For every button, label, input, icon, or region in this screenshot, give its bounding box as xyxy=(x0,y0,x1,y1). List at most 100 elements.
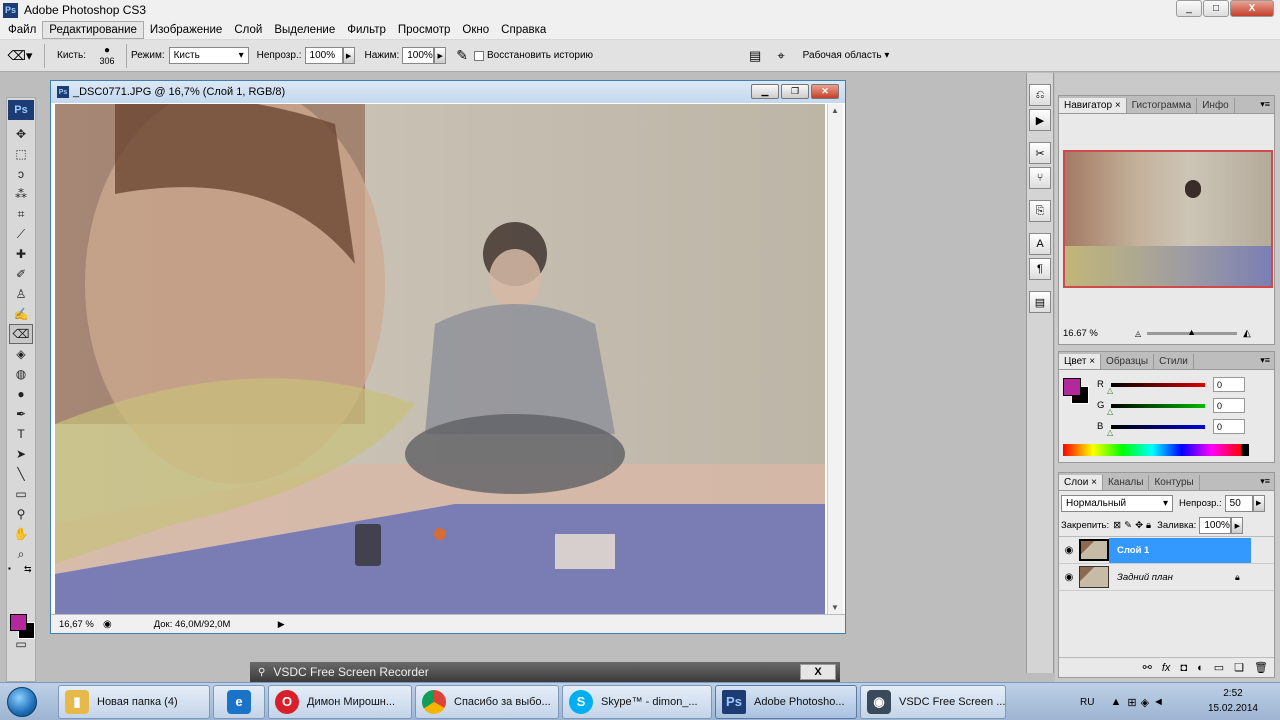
history-brush-tool-icon[interactable]: ✍ xyxy=(9,304,33,324)
brushes-panel-icon[interactable]: ⑂ xyxy=(1029,167,1051,189)
actions-panel-icon[interactable]: ▶ xyxy=(1029,109,1051,131)
scroll-down-icon[interactable]: ▼ xyxy=(831,603,839,612)
start-button[interactable] xyxy=(0,684,44,720)
navigator-zoom-value[interactable]: 16.67 % xyxy=(1063,328,1135,339)
history-panel-icon[interactable]: ⎌ xyxy=(1029,84,1051,106)
menu-layer[interactable]: Слой xyxy=(228,22,268,38)
photoshop-logo[interactable]: Ps xyxy=(8,100,34,120)
adjustment-layer-icon[interactable]: ◐ xyxy=(1197,662,1204,674)
document-restore-button[interactable]: ❐ xyxy=(781,84,809,99)
volume-icon[interactable]: ◄ xyxy=(1153,696,1164,708)
lock-image-icon[interactable]: ✎ xyxy=(1124,520,1132,531)
swap-colors-icon[interactable]: ⇆ xyxy=(24,564,32,575)
taskbar-item-ie[interactable]: e xyxy=(213,684,265,719)
mode-select[interactable]: Кисть ▾ xyxy=(168,47,249,64)
tray-arrow-icon[interactable]: ▲ xyxy=(1110,696,1121,708)
taskbar-item-photoshop[interactable]: Ps Adobe Photosho... xyxy=(715,684,857,719)
taskbar-item-folder[interactable]: ▮ Новая папка (4) xyxy=(58,684,210,719)
restore-history-checkbox[interactable] xyxy=(473,50,484,61)
tab-paths[interactable]: Контуры xyxy=(1149,475,1200,490)
close-button[interactable]: X xyxy=(1230,0,1274,17)
new-group-icon[interactable]: ▭ xyxy=(1214,661,1224,674)
slider-handle[interactable]: △ xyxy=(1107,386,1113,395)
menu-help[interactable]: Справка xyxy=(495,22,552,38)
layer-name[interactable]: Слой 1 xyxy=(1109,537,1251,563)
workspace-menu[interactable]: Рабочая область ▾ xyxy=(803,50,890,61)
navigator-zoom-slider[interactable]: ▲ xyxy=(1147,327,1238,337)
fill-input[interactable]: 100% xyxy=(1199,517,1232,534)
layer-row[interactable]: ◉ Задний план 🔒︎ xyxy=(1059,564,1274,591)
tab-navigator[interactable]: Навигатор × xyxy=(1059,98,1127,113)
document-minimize-button[interactable]: ▁ xyxy=(751,84,779,99)
character-panel-icon[interactable]: A xyxy=(1029,233,1051,255)
brush-picker[interactable]: ● 306 xyxy=(92,45,122,66)
layer-style-icon[interactable]: fx xyxy=(1162,662,1171,674)
slice-tool-icon[interactable]: ⟋ xyxy=(9,224,33,244)
crop-tool-icon[interactable]: ⌗ xyxy=(9,204,33,224)
navigator-thumbnail[interactable] xyxy=(1063,150,1273,288)
layer-row[interactable]: ◉ Слой 1 xyxy=(1059,537,1274,564)
eye-icon[interactable]: ◉ xyxy=(1059,572,1079,583)
tab-color[interactable]: Цвет × xyxy=(1059,354,1102,369)
status-menu-arrow-icon[interactable]: ▶ xyxy=(278,619,285,630)
lasso-tool-icon[interactable]: ↄ xyxy=(9,164,33,184)
zoom-out-icon[interactable]: ◬ xyxy=(1135,329,1141,338)
tab-histogram[interactable]: Гистограмма xyxy=(1127,98,1198,113)
layer-name[interactable]: Задний план xyxy=(1117,572,1235,583)
pen-tool-icon[interactable]: ✒ xyxy=(9,404,33,424)
move-tool-icon[interactable]: ✥ xyxy=(9,124,33,144)
maximize-button[interactable]: □ xyxy=(1203,0,1229,17)
brush-tool-icon[interactable]: ✐ xyxy=(9,264,33,284)
layer-mask-icon[interactable]: ◘ xyxy=(1180,662,1187,674)
zoom-in-icon[interactable]: ◭ xyxy=(1243,328,1251,339)
document-zoom[interactable]: 16,67 % xyxy=(59,619,103,630)
taskbar-item-skype[interactable]: S Skype™ - dimon_... xyxy=(562,684,712,719)
palette-well-icon[interactable]: ▤ xyxy=(749,48,761,64)
channel-b-input[interactable]: 0 xyxy=(1213,419,1245,434)
tab-layers[interactable]: Слои × xyxy=(1059,475,1103,490)
link-layers-icon[interactable]: ⚯ xyxy=(1143,661,1152,674)
tool-presets-icon[interactable]: ✂ xyxy=(1029,142,1051,164)
color-foreground-swatch[interactable] xyxy=(1063,378,1081,396)
tab-swatches[interactable]: Образцы xyxy=(1101,354,1155,369)
default-colors-icon[interactable]: ▪ xyxy=(8,564,11,573)
minimize-button[interactable]: _ xyxy=(1176,0,1202,17)
panel-menu-icon[interactable]: ▾≡ xyxy=(1260,99,1270,110)
type-tool-icon[interactable]: T xyxy=(9,424,33,444)
opacity-input[interactable]: 100% xyxy=(304,47,343,64)
tab-styles[interactable]: Стили xyxy=(1154,354,1194,369)
document-close-button[interactable]: ✕ xyxy=(811,84,839,99)
lock-all-icon[interactable]: 🔒︎ xyxy=(1146,520,1151,531)
delete-layer-icon[interactable]: 🗑︎ xyxy=(1254,661,1268,674)
layer-opacity-slider-button[interactable]: ▶ xyxy=(1252,494,1265,512)
path-selection-tool-icon[interactable]: ➤ xyxy=(9,444,33,464)
tab-info[interactable]: Инфо xyxy=(1197,98,1235,113)
hand-tool-icon[interactable]: ✋ xyxy=(9,524,33,544)
lock-transparent-icon[interactable]: ⊠ xyxy=(1113,520,1121,531)
eye-icon[interactable]: ◉ xyxy=(1059,545,1079,556)
channel-r-slider[interactable]: △ xyxy=(1107,382,1205,395)
flow-input[interactable]: 100% xyxy=(402,47,435,64)
taskbar-item-opera[interactable]: O Димон Мирошн... xyxy=(268,684,412,719)
menu-filter[interactable]: Фильтр xyxy=(341,22,392,38)
bridge-icon[interactable]: ⌖ xyxy=(777,48,784,64)
magic-wand-tool-icon[interactable]: ⁂ xyxy=(9,184,33,204)
slider-handle[interactable]: △ xyxy=(1107,407,1113,416)
layer-comps-icon[interactable]: ▤ xyxy=(1029,291,1051,313)
line-tool-icon[interactable]: ╲ xyxy=(9,464,33,484)
menu-window[interactable]: Окно xyxy=(456,22,495,38)
paragraph-panel-icon[interactable]: ¶ xyxy=(1029,258,1051,280)
recorder-close-button[interactable]: X xyxy=(800,664,836,680)
slider-handle[interactable]: △ xyxy=(1107,428,1113,437)
channel-g-slider[interactable]: △ xyxy=(1107,403,1205,416)
zoom-slider-handle[interactable]: ▲ xyxy=(1187,327,1196,337)
panel-menu-icon[interactable]: ▾≡ xyxy=(1260,355,1270,366)
clone-stamp-tool-icon[interactable]: ♙ xyxy=(9,284,33,304)
menu-image[interactable]: Изображение xyxy=(144,22,228,38)
eyedropper-tool-icon[interactable]: ⚲ xyxy=(9,504,33,524)
menu-select[interactable]: Выделение xyxy=(268,22,341,38)
opacity-slider-button[interactable]: ▶ xyxy=(342,47,355,64)
channel-b-slider[interactable]: △ xyxy=(1107,424,1205,437)
language-indicator[interactable]: RU xyxy=(1080,697,1094,708)
taskbar-item-chrome[interactable]: Спасибо за выбо... xyxy=(415,684,559,719)
